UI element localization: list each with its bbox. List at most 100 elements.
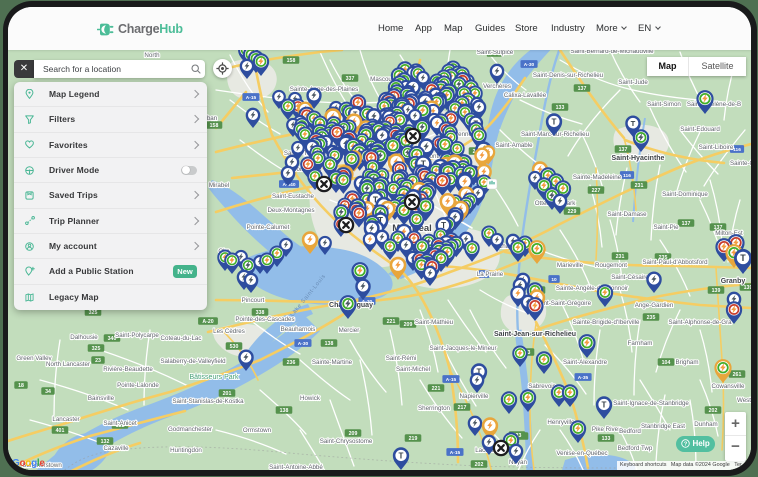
svg-text:Sainte-Martine: Sainte-Martine	[312, 359, 353, 366]
svg-text:A-15: A-15	[450, 450, 461, 456]
svg-text:Sainte-C: Sainte-C	[730, 160, 751, 167]
svg-text:Rivière-Beaudette: Rivière-Beaudette	[103, 366, 153, 373]
svg-text:North: North	[144, 52, 160, 59]
svg-text:North Lancaster: North Lancaster	[46, 361, 90, 368]
svg-text:Coteau-du-Lac: Coteau-du-Lac	[161, 335, 202, 342]
svg-text:Salaberry-de-Valleyfield: Salaberry-de-Valleyfield	[160, 358, 226, 365]
svg-text:231: 231	[635, 183, 644, 189]
svg-text:Pike River: Pike River	[592, 426, 620, 433]
svg-text:?: ?	[684, 441, 688, 447]
svg-text:221: 221	[432, 386, 441, 392]
svg-text:Sainte-Madeleine: Sainte-Madeleine	[573, 174, 622, 181]
svg-text:201: 201	[223, 391, 232, 397]
svg-text:Saint-Jacques-le-Mineur: Saint-Jacques-le-Mineur	[429, 345, 496, 352]
svg-text:Saint-Paul-d'Abbotsford: Saint-Paul-d'Abbotsford	[642, 259, 708, 266]
svg-text:229: 229	[568, 209, 577, 215]
svg-text:Saint-Damase: Saint-Damase	[607, 211, 647, 218]
svg-text:Saint-Pie: Saint-Pie	[653, 224, 679, 231]
svg-text:Farnham: Farnham	[628, 340, 653, 347]
svg-text:401: 401	[56, 428, 65, 434]
svg-text:202: 202	[709, 408, 718, 414]
svg-text:Huntingdon: Huntingdon	[170, 447, 202, 454]
svg-text:Verchères: Verchères	[483, 83, 511, 90]
svg-text:Saint-Bernard-de-Michaudville: Saint-Bernard-de-Michaudville	[570, 50, 654, 55]
svg-text:325: 325	[92, 346, 101, 352]
svg-text:Stanbridge East: Stanbridge East	[641, 423, 685, 430]
svg-text:337: 337	[346, 76, 355, 82]
svg-text:Saint-Césaire: Saint-Césaire	[611, 274, 649, 281]
svg-text:Pincourt: Pincourt	[242, 297, 265, 304]
svg-text:133: 133	[602, 436, 611, 442]
svg-text:Saint-Mathieu: Saint-Mathieu	[415, 319, 454, 326]
svg-text:Brigham: Brigham	[675, 359, 698, 366]
svg-text:Saint-Jude: Saint-Jude	[618, 79, 648, 86]
svg-text:A-35: A-35	[578, 375, 589, 381]
svg-text:Cowansville: Cowansville	[711, 383, 745, 390]
svg-text:A-30: A-30	[524, 62, 535, 68]
svg-text:202: 202	[475, 462, 484, 468]
svg-text:116: 116	[623, 173, 631, 179]
svg-text:Sainte-Hélène-de-B: Sainte-Hélène-de-B	[687, 101, 741, 108]
svg-text:158: 158	[210, 123, 219, 129]
svg-text:23: 23	[95, 358, 101, 364]
svg-text:235: 235	[647, 315, 656, 321]
svg-text:Sainte-Angèle-de-Monnoir: Sainte-Angèle-de-Monnoir	[556, 285, 628, 292]
svg-text:Saint-Rémi: Saint-Rémi	[386, 355, 417, 362]
svg-text:Saint-Eustache: Saint-Eustache	[272, 193, 315, 200]
svg-text:Bainsville: Bainsville	[88, 395, 115, 402]
svg-text:Saint-Polycarpe: Saint-Polycarpe	[115, 332, 159, 339]
svg-text:137: 137	[682, 221, 691, 227]
svg-text:138: 138	[325, 341, 334, 347]
svg-text:Les Cèdres: Les Cèdres	[213, 328, 245, 335]
svg-text:34: 34	[45, 389, 51, 395]
svg-text:Howick: Howick	[300, 395, 321, 402]
svg-text:231: 231	[616, 254, 625, 260]
svg-text:Saint-Hyacinthe: Saint-Hyacinthe	[612, 155, 665, 162]
svg-text:Saint-Stanislas-de-Kostka: Saint-Stanislas-de-Kostka	[172, 398, 244, 405]
svg-text:Saint-Ignace-de-Stanbridge: Saint-Ignace-de-Stanbridge	[613, 400, 689, 407]
svg-text:217: 217	[458, 405, 467, 411]
svg-text:Mirabel: Mirabel	[209, 182, 229, 189]
svg-text:Pointe-Lalonde: Pointe-Lalonde	[117, 382, 159, 389]
svg-text:Saint-Liboire: Saint-Liboire	[699, 144, 734, 151]
svg-text:10: 10	[551, 277, 557, 283]
svg-text:325: 325	[89, 310, 98, 316]
svg-text:Dalhousie: Dalhousie	[70, 334, 98, 341]
svg-text:Venise-en-Québec: Venise-en-Québec	[556, 450, 607, 457]
svg-text:Saint-Edouard: Saint-Edouard	[680, 126, 720, 133]
svg-text:Saint-Chrysostome: Saint-Chrysostome	[320, 438, 373, 445]
svg-text:138: 138	[280, 408, 289, 414]
svg-text:Cazaville: Cazaville	[103, 445, 129, 452]
svg-text:Saint-Antoine-Abbé: Saint-Antoine-Abbé	[269, 464, 323, 470]
svg-text:Bâtisseurs Park: Bâtisseurs Park	[189, 374, 239, 381]
svg-text:104: 104	[662, 360, 671, 366]
svg-text:Pointe-Calumet: Pointe-Calumet	[247, 224, 290, 231]
svg-text:A-15: A-15	[246, 95, 257, 101]
svg-text:137: 137	[578, 86, 587, 92]
svg-text:236: 236	[287, 360, 296, 366]
svg-text:Bedford: Bedford	[619, 428, 641, 435]
svg-text:La Prairie: La Prairie	[477, 271, 504, 278]
svg-text:139: 139	[744, 285, 751, 291]
svg-text:Granby: Granby	[721, 278, 746, 285]
svg-text:Saint-Simon: Saint-Simon	[647, 101, 681, 108]
svg-text:A-15: A-15	[446, 377, 457, 383]
svg-text:Saint-Denis-sur-Richelieu: Saint-Denis-sur-Richelieu	[533, 72, 604, 79]
svg-text:137: 137	[619, 147, 628, 153]
svg-text:219: 219	[409, 436, 418, 442]
svg-text:Sherrington: Sherrington	[418, 405, 451, 412]
svg-text:227: 227	[592, 188, 601, 194]
svg-text:Marieville: Marieville	[557, 262, 584, 269]
svg-text:Bedford Twp: Bedford Twp	[618, 445, 653, 452]
svg-text:Rougemont: Rougemont	[595, 262, 627, 269]
svg-text:Saint-Anicet: Saint-Anicet	[103, 420, 137, 427]
svg-text:Saint-Sulpice: Saint-Sulpice	[477, 50, 514, 56]
svg-text:209: 209	[349, 431, 358, 437]
svg-text:A-30: A-30	[298, 341, 309, 347]
svg-text:Saint-Amable: Saint-Amable	[495, 142, 533, 149]
svg-text:West: West	[737, 397, 751, 404]
svg-text:Dunham: Dunham	[694, 421, 717, 428]
svg-text:133: 133	[556, 105, 565, 111]
svg-text:18: 18	[18, 383, 24, 389]
svg-text:116: 116	[733, 147, 741, 153]
